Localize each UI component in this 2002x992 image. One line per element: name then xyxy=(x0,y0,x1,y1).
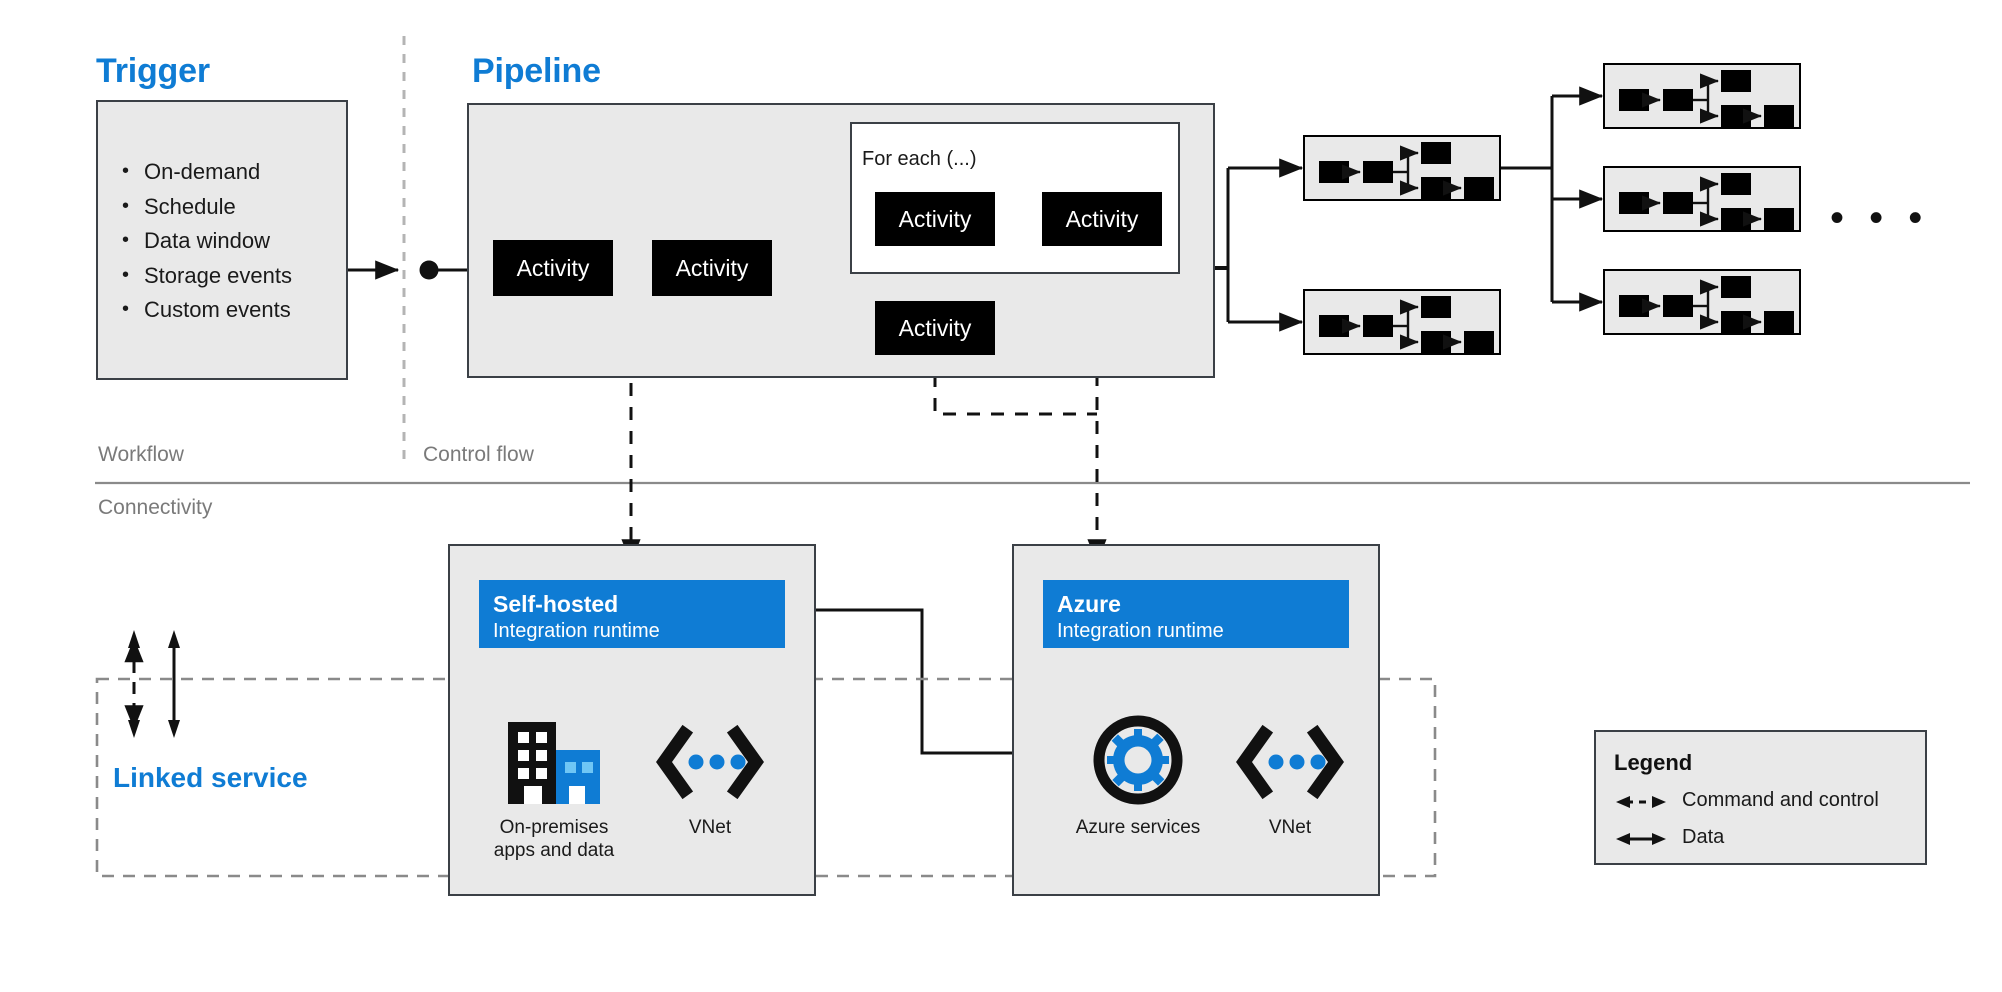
activity-block[interactable]: Activity xyxy=(652,240,772,296)
activity-label: Activity xyxy=(516,254,590,281)
pipeline-thumbnail[interactable] xyxy=(1303,135,1501,201)
trigger-heading: Trigger xyxy=(96,52,210,90)
legend-label: Command and control xyxy=(1682,789,1879,811)
vnet-icon xyxy=(656,724,764,800)
activity-label: Activity xyxy=(1065,205,1139,232)
on-premises-caption-line2: apps and data xyxy=(493,840,615,861)
activity-block[interactable]: Activity xyxy=(493,240,613,296)
azure-title: Azure xyxy=(1057,591,1121,617)
thumb-connectors xyxy=(1641,279,1762,330)
vnet-icon xyxy=(1236,724,1344,800)
solid-double-arrow-icon xyxy=(1616,833,1666,845)
dashed-double-arrow-icon xyxy=(1616,796,1666,808)
legend-title: Legend xyxy=(1614,750,1693,775)
trigger-item[interactable]: Custom events xyxy=(118,292,348,328)
on-premises-caption: On-premises apps and data xyxy=(470,816,638,862)
pipeline-heading: Pipeline xyxy=(472,52,601,90)
pipeline-thumbnail[interactable] xyxy=(1603,166,1801,232)
for-each-label: For each (...) xyxy=(862,148,977,170)
control-flow-section-label: Control flow xyxy=(423,443,534,466)
vnet-caption-azure: VNet xyxy=(1220,816,1360,839)
trigger-item[interactable]: On-demand xyxy=(118,154,348,190)
thumb-connectors xyxy=(1341,299,1462,350)
on-premises-caption-line1: On-premises xyxy=(499,817,609,838)
vnet-caption-line: VNet xyxy=(1268,817,1312,838)
activity-label: Activity xyxy=(898,205,972,232)
azure-runtime-header[interactable]: Azure Integration runtime xyxy=(1043,580,1349,648)
pipeline-thumbnail[interactable] xyxy=(1603,63,1801,129)
trigger-item[interactable]: Data window xyxy=(118,223,348,259)
vnet-caption-self-hosted: VNet xyxy=(640,816,780,839)
activity-label: Activity xyxy=(675,254,749,281)
more-pipelines-ellipsis: • • • xyxy=(1830,196,1930,240)
activity-block[interactable]: Activity xyxy=(875,192,995,246)
azure-services-caption: Azure services xyxy=(1058,816,1218,839)
pipeline-thumbnail[interactable] xyxy=(1303,289,1501,355)
connectivity-section-label: Connectivity xyxy=(98,496,213,519)
azure-services-icon xyxy=(1090,712,1186,808)
linked-service-label: Linked service xyxy=(113,762,308,793)
thumb-connectors xyxy=(1641,73,1762,124)
activity-block[interactable]: Activity xyxy=(875,301,995,355)
self-hosted-runtime-header[interactable]: Self-hosted Integration runtime xyxy=(479,580,785,648)
trigger-item[interactable]: Schedule xyxy=(118,189,348,225)
on-premises-icon xyxy=(502,722,606,804)
thumb-connectors xyxy=(1341,145,1462,196)
vnet-caption-line: VNet xyxy=(688,817,732,838)
workflow-section-label: Workflow xyxy=(98,443,184,466)
thumb-connectors xyxy=(1641,176,1762,227)
diagram-canvas: Trigger On-demand Schedule Data window S… xyxy=(0,0,2002,992)
trigger-item[interactable]: Storage events xyxy=(118,258,348,294)
legend-item-data: Data xyxy=(1614,824,1914,854)
trigger-item-list: On-demand Schedule Data window Storage e… xyxy=(118,154,348,328)
legend-label: Data xyxy=(1682,826,1725,848)
activity-block[interactable]: Activity xyxy=(1042,192,1162,246)
pipeline-thumbnail[interactable] xyxy=(1603,269,1801,335)
azure-services-caption-line: Azure services xyxy=(1075,817,1201,838)
self-hosted-title: Self-hosted xyxy=(493,591,619,617)
azure-subtitle: Integration runtime xyxy=(1057,620,1224,642)
self-hosted-subtitle: Integration runtime xyxy=(493,620,660,642)
activity-label: Activity xyxy=(898,314,972,341)
legend-item-command-and-control: Command and control xyxy=(1614,787,1914,817)
